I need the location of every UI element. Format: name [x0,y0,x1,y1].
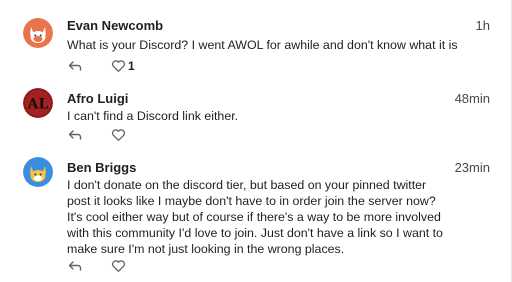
comment-text-line: with this community I'd love to join. Ju… [67,226,443,240]
comment-text-line: post it looks like I maybe don't have to… [67,194,436,208]
comment-text: I can't find a Discord link either. [67,109,239,123]
heart-icon [111,128,126,142]
like-button[interactable] [111,128,128,142]
comment-timestamp: 23min [454,160,490,175]
comment-text-line: I don't donate on the discord tier, but … [67,178,427,192]
comment-author[interactable]: Ben Briggs [67,160,136,176]
comment-author[interactable]: Afro Luigi [67,91,128,107]
comment-actions [67,127,128,143]
comment-timestamp: 1h [475,18,490,33]
avatar[interactable] [23,157,53,187]
comment-text: I don't donate on the discord tier, but … [67,177,492,257]
comment-text-line: make sure I'm not just looking in the wr… [67,242,345,256]
comment-actions [67,258,128,274]
cat-avatar-icon [23,157,53,187]
reply-icon[interactable] [67,58,83,74]
like-button[interactable]: 1 [111,59,135,73]
heart-icon [111,259,126,273]
reply-icon[interactable] [67,258,83,274]
comment-text-line: It's cool either way but of course if th… [67,210,441,224]
comment-text: What is your Discord? I went AWOL for aw… [67,38,458,52]
comment-author[interactable]: Evan Newcomb [67,18,163,34]
like-button[interactable] [111,259,128,273]
avatar[interactable]: AL [23,88,53,118]
avatar[interactable] [23,18,53,48]
reply-icon[interactable] [67,127,83,143]
like-count: 1 [128,59,135,73]
initials-avatar-icon: AL [23,88,53,118]
cat-avatar-icon [23,18,53,48]
svg-text:AL: AL [27,97,49,113]
comment-actions: 1 [67,58,135,74]
heart-icon [111,59,126,73]
comment-timestamp: 48min [454,91,490,106]
